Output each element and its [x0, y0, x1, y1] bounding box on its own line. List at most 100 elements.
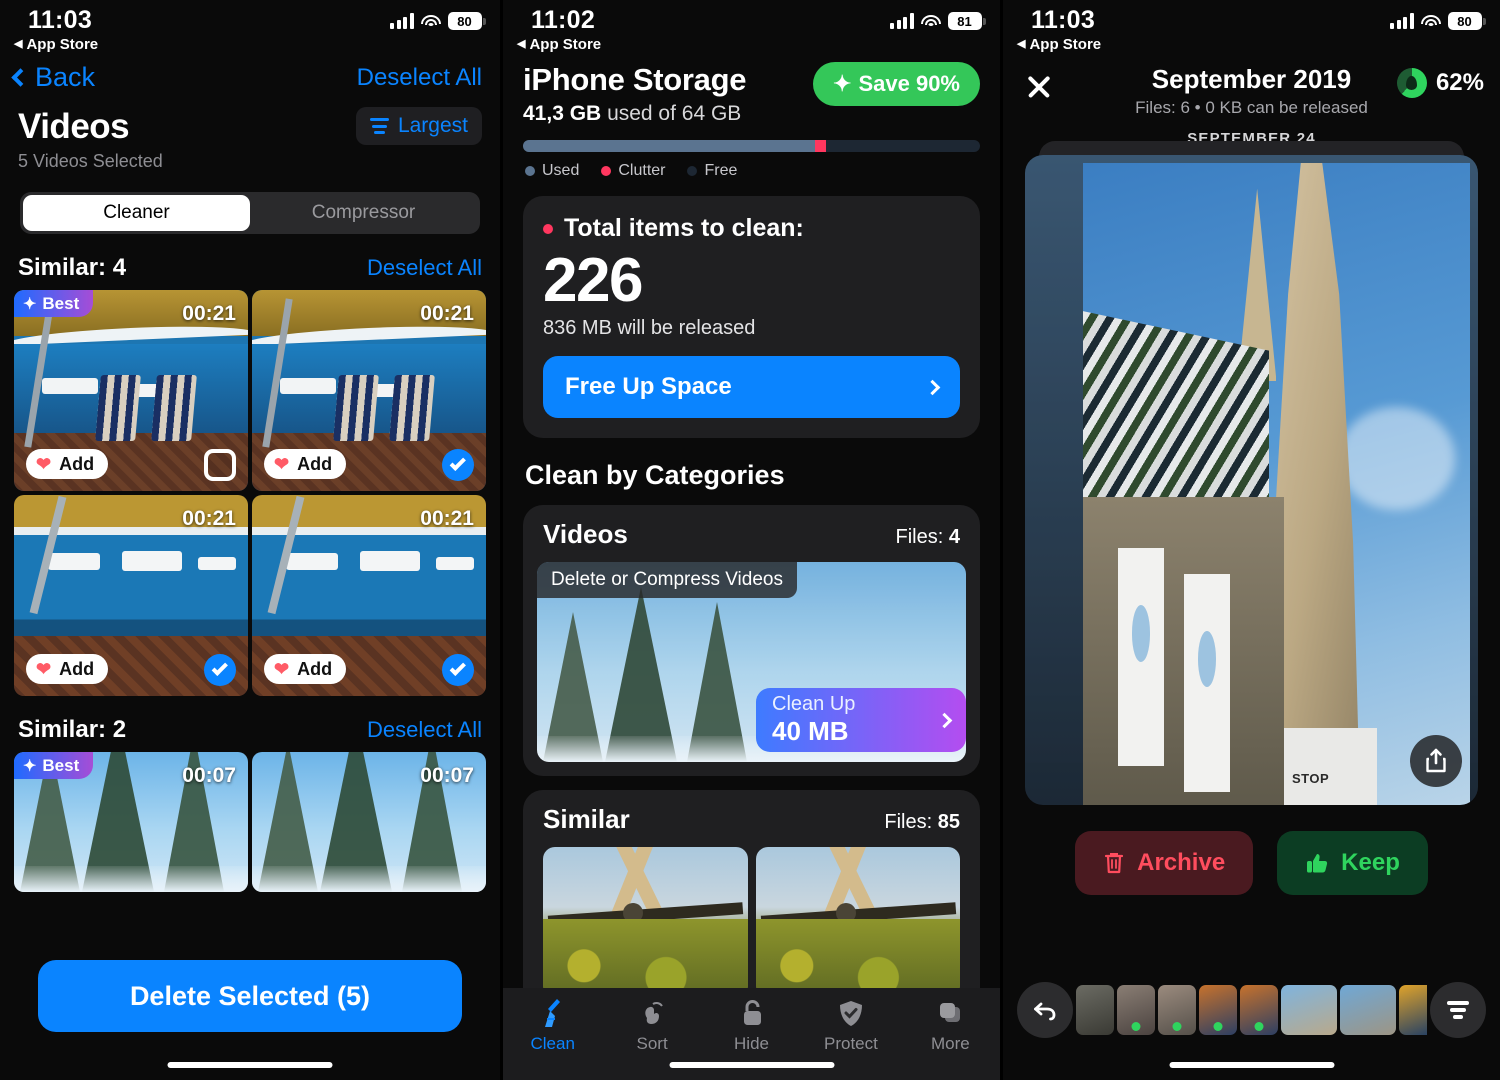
category-card-videos[interactable]: Videos Files: 4 Delete or Compress Video…: [523, 505, 980, 777]
filmstrip-thumb[interactable]: [1199, 985, 1237, 1035]
tab-cleaner[interactable]: Cleaner: [23, 195, 250, 231]
add-to-favorites-button[interactable]: ❤ Add: [26, 449, 109, 479]
battery-tip: [1483, 17, 1486, 25]
check-icon: [449, 659, 466, 677]
category-card-similar[interactable]: Similar Files: 85: [523, 790, 980, 1012]
tab-label: Protect: [823, 1034, 878, 1053]
save-percent-label: Save 90%: [858, 71, 960, 96]
clean-by-categories-title: Clean by Categories: [525, 460, 785, 491]
tab-compressor[interactable]: Compressor: [250, 195, 477, 231]
wifi-icon: [420, 14, 441, 29]
droplet-icon: [1406, 76, 1418, 90]
back-button[interactable]: Back: [11, 62, 95, 93]
status-indicators: 80: [1390, 12, 1486, 30]
return-to-app-store[interactable]: ◀ App Store: [1017, 36, 1101, 53]
status-time: 11:03: [28, 6, 93, 34]
selection-checkbox[interactable]: [204, 449, 236, 481]
save-percent-button[interactable]: ✦ Save 90%: [813, 62, 980, 106]
return-to-app-store[interactable]: ◀ App Store: [517, 36, 601, 53]
section-title: Similar: 2: [18, 716, 127, 743]
undo-button[interactable]: [1017, 982, 1073, 1038]
files-label: Files:: [884, 811, 933, 834]
tab-sort[interactable]: Sort: [602, 996, 701, 1054]
filmstrip-thumbnails[interactable]: [1076, 985, 1427, 1035]
category-preview[interactable]: Delete or Compress Videos Clean Up 40 MB: [537, 562, 966, 763]
title-row: Videos Largest: [0, 93, 500, 147]
sort-descending-icon: [369, 118, 389, 134]
video-cell[interactable]: 00:21 ❤ Add: [252, 495, 486, 696]
selection-checkbox[interactable]: [442, 449, 474, 481]
filmstrip-thumb[interactable]: [1117, 985, 1155, 1035]
similar-thumbnail[interactable]: [543, 847, 748, 998]
storage-percent-indicator[interactable]: 62%: [1396, 68, 1484, 98]
add-to-favorites-button[interactable]: ❤ Add: [264, 654, 347, 684]
battery-icon: 81: [947, 12, 986, 30]
best-badge: ✦ Best: [14, 752, 94, 779]
files-value: 4: [948, 526, 960, 549]
cellular-signal-icon: [1390, 13, 1414, 29]
home-indicator: [167, 1062, 333, 1068]
deselect-all-button[interactable]: Deselect All: [357, 64, 482, 92]
status-bar: 11:03 ◀ App Store 80: [1003, 0, 1500, 58]
filmstrip-thumb[interactable]: [1399, 985, 1427, 1035]
category-name: Similar: [543, 804, 630, 835]
section-deselect-all[interactable]: Deselect All: [367, 255, 482, 281]
delete-selected-button[interactable]: Delete Selected (5): [38, 960, 462, 1032]
add-to-favorites-button[interactable]: ❤ Add: [26, 654, 109, 684]
selection-checkbox[interactable]: [442, 654, 474, 686]
storage-usage: 41,3 GB used of 64 GB: [523, 102, 746, 126]
check-icon: [449, 454, 466, 472]
shield-check-icon: [837, 996, 865, 1030]
storage-ring-icon: [1396, 68, 1427, 98]
section-title: Similar: 4: [18, 254, 127, 281]
filter-button[interactable]: [1430, 982, 1486, 1038]
photo-card[interactable]: STOP: [1025, 155, 1478, 805]
cellular-signal-icon: [890, 13, 914, 29]
screen-videos-cleaner: 11:03 ◀ App Store 80 Back Deselect All V…: [0, 0, 500, 1080]
add-to-favorites-button[interactable]: ❤ Add: [264, 449, 347, 479]
keep-button[interactable]: Keep: [1277, 831, 1428, 895]
tab-more[interactable]: More: [901, 996, 1000, 1054]
broom-icon: [538, 996, 568, 1030]
filmstrip-thumb[interactable]: [1076, 985, 1114, 1035]
return-to-app-store[interactable]: ◀ App Store: [14, 36, 98, 53]
video-cell[interactable]: 00:07: [252, 752, 486, 892]
video-duration: 00:21: [182, 302, 236, 325]
photo-filmstrip: [1003, 982, 1500, 1038]
section-deselect-all[interactable]: Deselect All: [367, 717, 482, 743]
sort-largest-button[interactable]: Largest: [355, 107, 482, 145]
tab-protect[interactable]: Protect: [801, 996, 900, 1054]
video-cell[interactable]: ✦ Best 00:07: [14, 752, 248, 892]
tab-hide[interactable]: Hide: [702, 996, 801, 1054]
storage-total-label: used of 64 GB: [607, 102, 742, 125]
kept-dot-icon: [1254, 1022, 1264, 1031]
free-up-space-button[interactable]: Free Up Space: [543, 356, 960, 419]
archive-button[interactable]: Archive: [1075, 831, 1254, 895]
status-time: 11:02: [531, 6, 596, 34]
similar-previews: [537, 847, 966, 998]
storage-progress-bar: [523, 140, 980, 152]
legend-dot-clutter: [601, 166, 612, 176]
keep-label: Keep: [1341, 849, 1400, 876]
close-icon[interactable]: [1025, 72, 1053, 100]
screen-iphone-storage: 11:02 ◀ App Store 81 iPhone Storage 41,3…: [500, 0, 1000, 1080]
tab-clean[interactable]: Clean: [503, 996, 602, 1054]
filmstrip-thumb[interactable]: [1340, 985, 1396, 1035]
filmstrip-thumb[interactable]: [1281, 985, 1337, 1035]
add-label: Add: [59, 658, 95, 679]
legend-dot-free: [687, 166, 698, 176]
legend-label: Free: [704, 162, 738, 179]
video-duration: 00:21: [182, 507, 236, 530]
undo-icon: [1034, 1002, 1056, 1021]
video-cell[interactable]: 00:21 ❤ Add: [14, 495, 248, 696]
filmstrip-thumb[interactable]: [1158, 985, 1196, 1035]
back-app-label: App Store: [26, 36, 99, 53]
filmstrip-thumb[interactable]: [1240, 985, 1278, 1035]
back-app-label: App Store: [529, 36, 602, 53]
clean-up-button[interactable]: Clean Up 40 MB: [756, 688, 966, 753]
share-button[interactable]: [1410, 735, 1462, 787]
video-cell[interactable]: 00:21 ❤ Add: [252, 290, 486, 491]
similar-thumbnail[interactable]: [755, 847, 960, 998]
video-cell[interactable]: ✦ Best 00:21 ❤ Add: [14, 290, 248, 491]
selection-checkbox[interactable]: [204, 654, 236, 686]
